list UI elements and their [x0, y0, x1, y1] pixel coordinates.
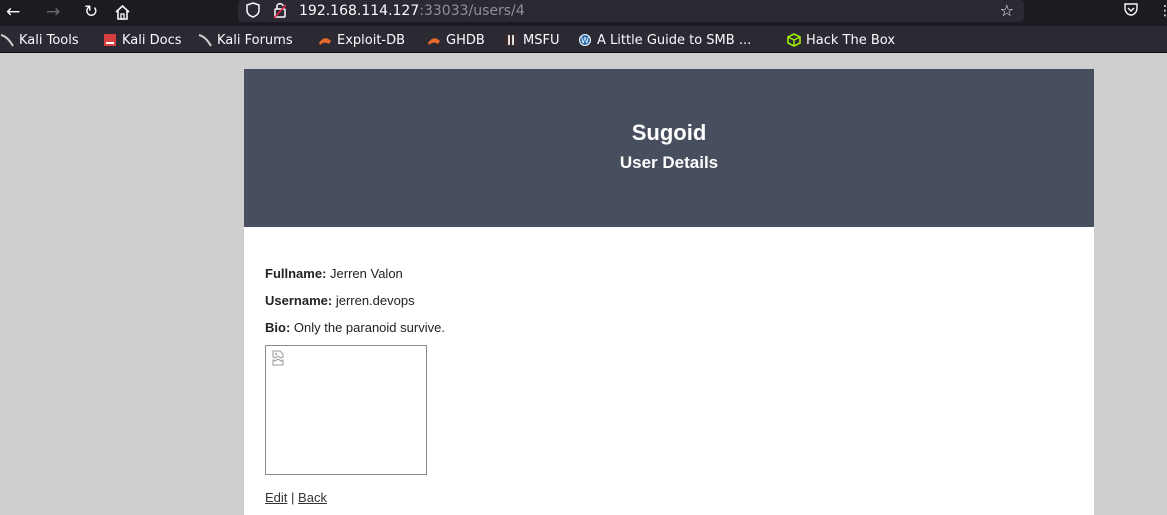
insecure-lock-icon[interactable]	[273, 0, 287, 20]
url-text[interactable]: 192.168.114.127:33033/users/4	[299, 2, 525, 20]
fullname-value: Jerren Valon	[330, 266, 403, 281]
avatar-image	[265, 345, 427, 475]
bio-label: Bio:	[265, 320, 291, 335]
bookmark-ghdb[interactable]: GHDB	[427, 31, 485, 49]
exploit-db-icon	[318, 33, 332, 47]
bio-row: Bio: Only the paranoid survive.	[265, 320, 445, 336]
username-row: Username: jerren.devops	[265, 293, 415, 309]
bio-value: Only the paranoid survive.	[293, 320, 445, 335]
bookmark-label: Hack The Box	[806, 32, 896, 48]
bookmark-label: Exploit-DB	[337, 32, 406, 48]
link-separator: |	[291, 490, 295, 505]
svg-text:W: W	[581, 36, 589, 45]
forward-arrow-icon[interactable]: →	[46, 2, 60, 22]
home-icon[interactable]	[114, 2, 131, 26]
browser-toolbar: ← → ↻ 192.168.114.127:33033/users/4 ☆ ⋮	[0, 0, 1167, 26]
bookmark-kali-forums[interactable]: Kali Forums	[198, 31, 293, 49]
url-host: 192.168.114.127	[299, 3, 420, 19]
page-header: Sugoid User Details	[244, 69, 1094, 227]
extensions-icon[interactable]: ⋮	[1158, 2, 1167, 20]
hack-the-box-icon	[787, 33, 801, 47]
kali-dragon-icon	[198, 33, 212, 47]
back-link[interactable]: Back	[298, 490, 327, 505]
fullname-row: Fullname: Jerren Valon	[265, 266, 403, 282]
bookmark-hack-the-box[interactable]: Hack The Box	[787, 31, 895, 49]
username-value: jerren.devops	[335, 293, 415, 308]
broken-image-icon	[271, 350, 285, 366]
url-path: :33033/users/4	[419, 3, 525, 19]
username-label: Username:	[265, 293, 333, 308]
kali-dragon-icon	[0, 33, 14, 47]
url-bar[interactable]: 192.168.114.127:33033/users/4 ☆	[238, 0, 1024, 22]
bookmark-msfu[interactable]: MSFU	[504, 31, 559, 49]
site-title: Sugoid	[631, 120, 707, 145]
bookmark-label: A Little Guide to SMB ...	[597, 32, 752, 48]
bookmarks-toolbar: Kali Tools Kali Docs Kali Forums Exploit…	[0, 26, 1167, 53]
bookmark-label: Kali Docs	[122, 32, 182, 48]
pocket-icon[interactable]	[1124, 2, 1138, 21]
page-container: Sugoid User Details Fullname: Jerren Val…	[244, 69, 1094, 515]
bookmark-label: Kali Forums	[217, 32, 293, 48]
bookmark-label: GHDB	[446, 32, 485, 48]
bookmark-label: MSFU	[523, 32, 560, 48]
action-links: Edit | Back	[265, 490, 327, 506]
bookmark-star-icon[interactable]: ☆	[1000, 1, 1014, 21]
back-arrow-icon[interactable]: ←	[6, 2, 20, 22]
bookmark-smb-guide[interactable]: W A Little Guide to SMB ...	[578, 31, 751, 49]
wordpress-icon: W	[578, 33, 592, 47]
ghdb-icon	[427, 33, 441, 47]
msfu-icon	[504, 33, 518, 47]
bookmark-exploit-db[interactable]: Exploit-DB	[318, 31, 405, 49]
tracking-shield-icon[interactable]	[246, 2, 260, 23]
kali-docs-icon	[103, 33, 117, 47]
edit-link[interactable]: Edit	[265, 490, 287, 505]
bookmark-kali-docs[interactable]: Kali Docs	[103, 31, 182, 49]
fullname-label: Fullname:	[265, 266, 327, 281]
reload-icon[interactable]: ↻	[84, 2, 98, 22]
bookmark-label: Kali Tools	[19, 32, 79, 48]
bookmark-kali-tools[interactable]: Kali Tools	[0, 31, 79, 49]
page-subtitle: User Details	[619, 153, 719, 172]
